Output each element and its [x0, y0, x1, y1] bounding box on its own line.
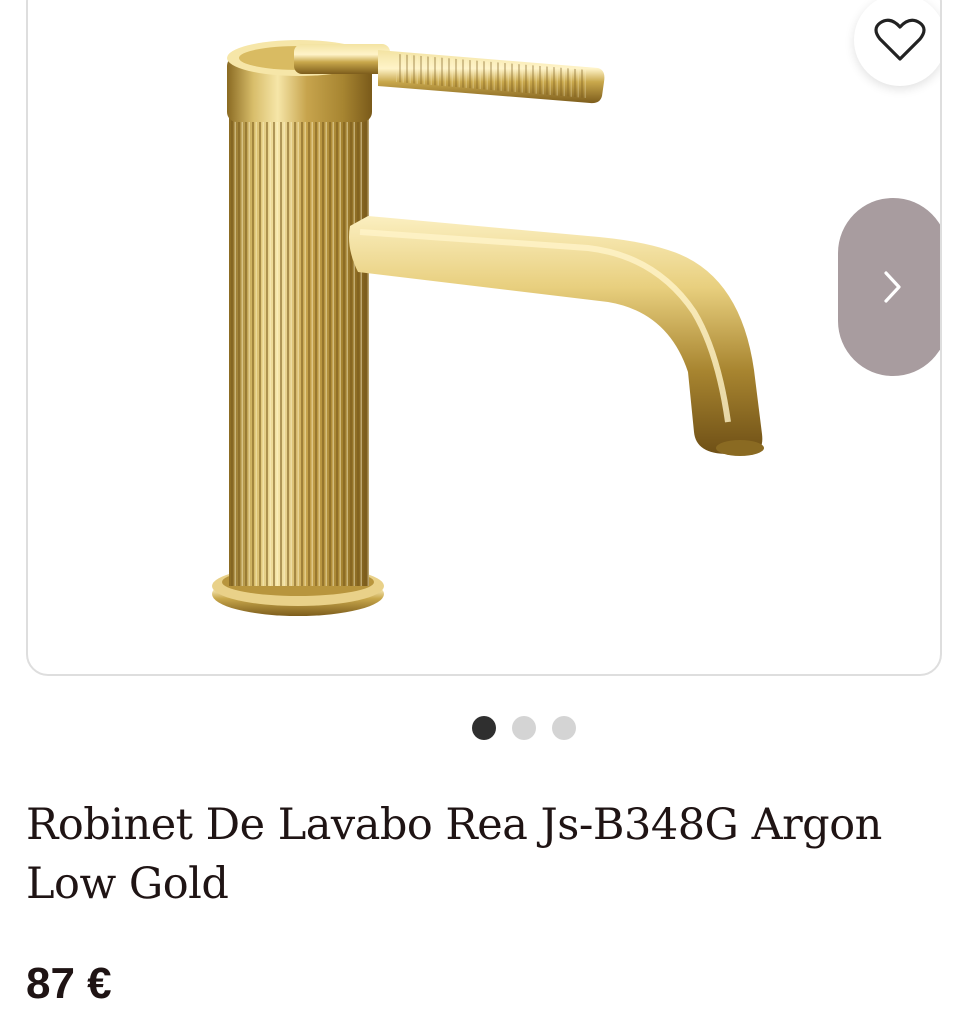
- product-title: Robinet De Lavabo Rea Js-B348G Argon Low…: [26, 800, 882, 909]
- product-image[interactable]: [28, 0, 942, 676]
- heart-icon: [874, 18, 926, 61]
- pagination-dot-1[interactable]: [472, 716, 496, 740]
- pagination-dot-3[interactable]: [552, 716, 576, 740]
- product-page: Robinet De Lavabo Rea Js-B348G Argon Low…: [0, 0, 969, 1024]
- product-price: 87 €: [26, 959, 112, 1008]
- wishlist-button[interactable]: [854, 0, 940, 86]
- gallery-pagination: [472, 716, 576, 740]
- pagination-dot-2[interactable]: [512, 716, 536, 740]
- chevron-right-icon: [884, 271, 901, 303]
- product-image-card: [26, 0, 942, 676]
- next-image-button[interactable]: [838, 198, 940, 376]
